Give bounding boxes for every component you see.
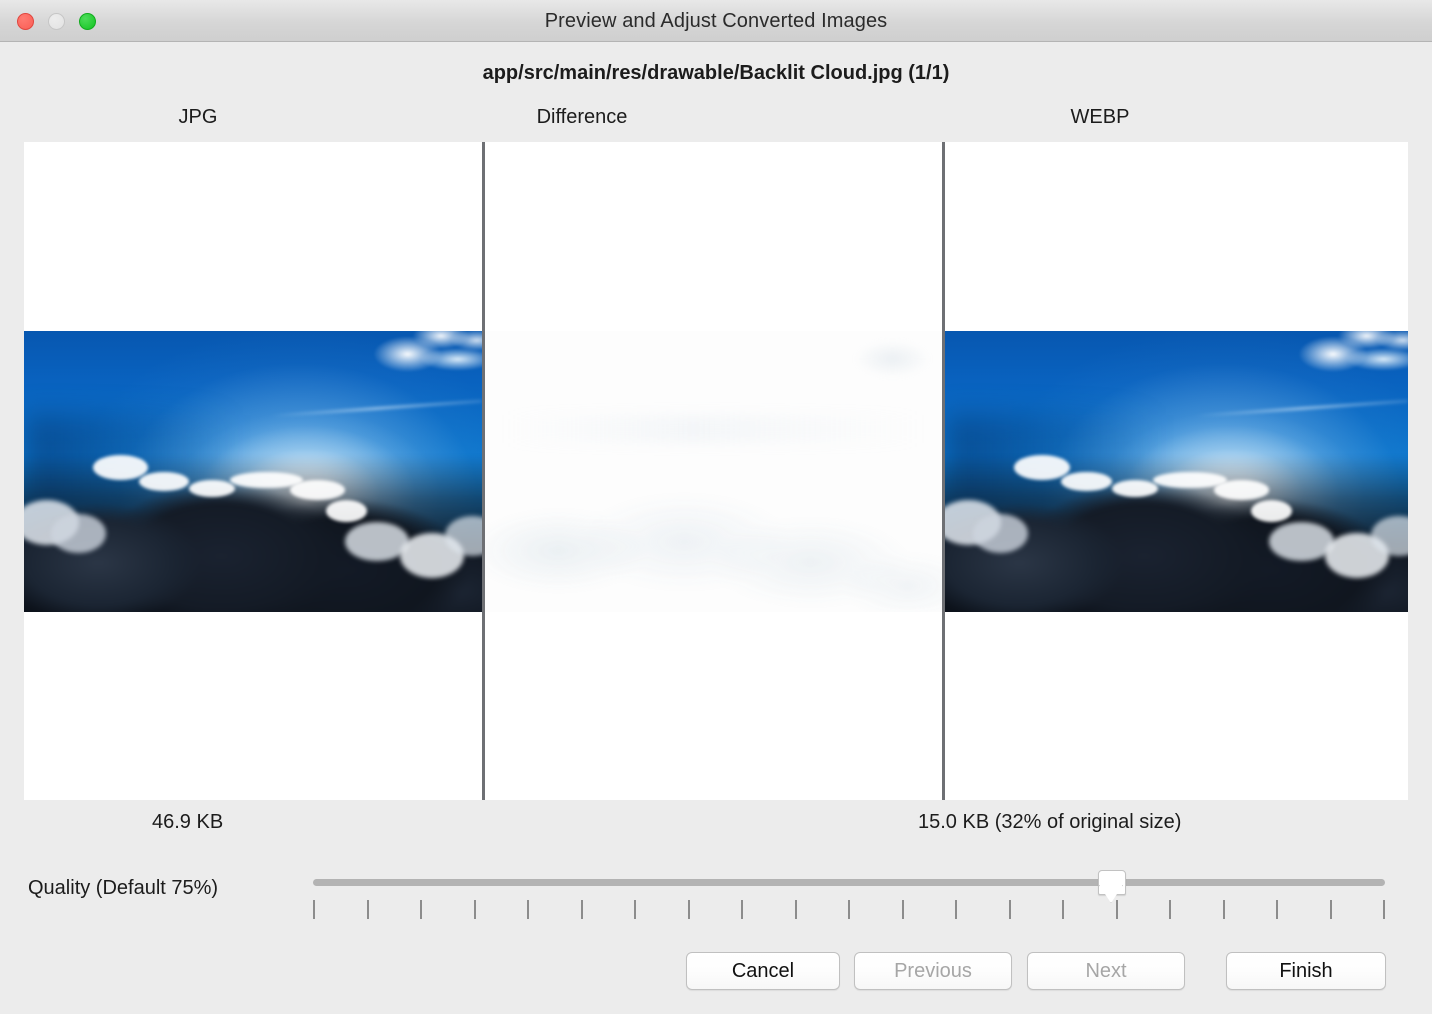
backlit-cloud-photo-original xyxy=(24,331,482,612)
cancel-button[interactable]: Cancel xyxy=(686,952,840,990)
window-titlebar: Preview and Adjust Converted Images xyxy=(0,0,1432,42)
small-bright-cloud xyxy=(372,331,482,387)
difference-small-cloud-ghost xyxy=(832,331,942,393)
backlit-cloud-photo-converted xyxy=(945,331,1408,612)
slider-tick xyxy=(848,900,850,919)
contrail-streak xyxy=(1195,399,1408,417)
small-bright-cloud xyxy=(1297,331,1408,387)
quality-label: Quality (Default 75%) xyxy=(28,877,218,900)
slider-tick xyxy=(313,900,315,919)
preview-image-difference[interactable] xyxy=(485,331,942,612)
panel-heading-jpg: JPG xyxy=(108,106,288,129)
slider-tick xyxy=(367,900,369,919)
difference-wisp xyxy=(503,415,923,443)
window-title: Preview and Adjust Converted Images xyxy=(0,0,1432,42)
preview-dialog-window: Preview and Adjust Converted Images app/… xyxy=(0,0,1432,1014)
next-button[interactable]: Next xyxy=(1027,952,1185,990)
slider-tick xyxy=(581,900,583,919)
slider-tick xyxy=(688,900,690,919)
dialog-button-row: Cancel Previous Next Finish xyxy=(686,952,1386,990)
slider-tick xyxy=(474,900,476,919)
panel-heading-difference: Difference xyxy=(492,106,672,129)
preview-image-webp[interactable] xyxy=(945,331,1408,612)
slider-tick xyxy=(1116,900,1118,919)
slider-tick xyxy=(1169,900,1171,919)
panel-divider-left xyxy=(482,142,485,800)
slider-tick xyxy=(1330,900,1332,919)
slider-tick-marks xyxy=(313,900,1385,920)
slider-tick xyxy=(1223,900,1225,919)
contrail-streak xyxy=(271,400,481,418)
converted-size-label: 15.0 KB (32% of original size) xyxy=(918,811,1181,834)
slider-tick xyxy=(420,900,422,919)
slider-tick xyxy=(1062,900,1064,919)
slider-tick xyxy=(527,900,529,919)
finish-button[interactable]: Finish xyxy=(1226,952,1386,990)
preview-image-jpg[interactable] xyxy=(24,331,482,612)
original-size-label: 46.9 KB xyxy=(152,811,223,834)
slider-tick xyxy=(955,900,957,919)
panel-heading-webp: WEBP xyxy=(1010,106,1190,129)
slider-thumb[interactable] xyxy=(1098,870,1126,895)
slider-tick xyxy=(902,900,904,919)
slider-tick xyxy=(1383,900,1385,919)
quality-slider[interactable] xyxy=(313,873,1385,919)
previous-button[interactable]: Previous xyxy=(854,952,1012,990)
slider-tick xyxy=(1276,900,1278,919)
slider-track[interactable] xyxy=(313,879,1385,886)
file-path-label: app/src/main/res/drawable/Backlit Cloud.… xyxy=(0,62,1432,85)
slider-tick xyxy=(634,900,636,919)
slider-tick xyxy=(741,900,743,919)
difference-image xyxy=(485,331,942,612)
slider-tick xyxy=(795,900,797,919)
panel-divider-right xyxy=(942,142,945,800)
image-preview-area xyxy=(24,142,1408,800)
difference-cloud-ghost xyxy=(485,466,942,612)
slider-tick xyxy=(1009,900,1011,919)
